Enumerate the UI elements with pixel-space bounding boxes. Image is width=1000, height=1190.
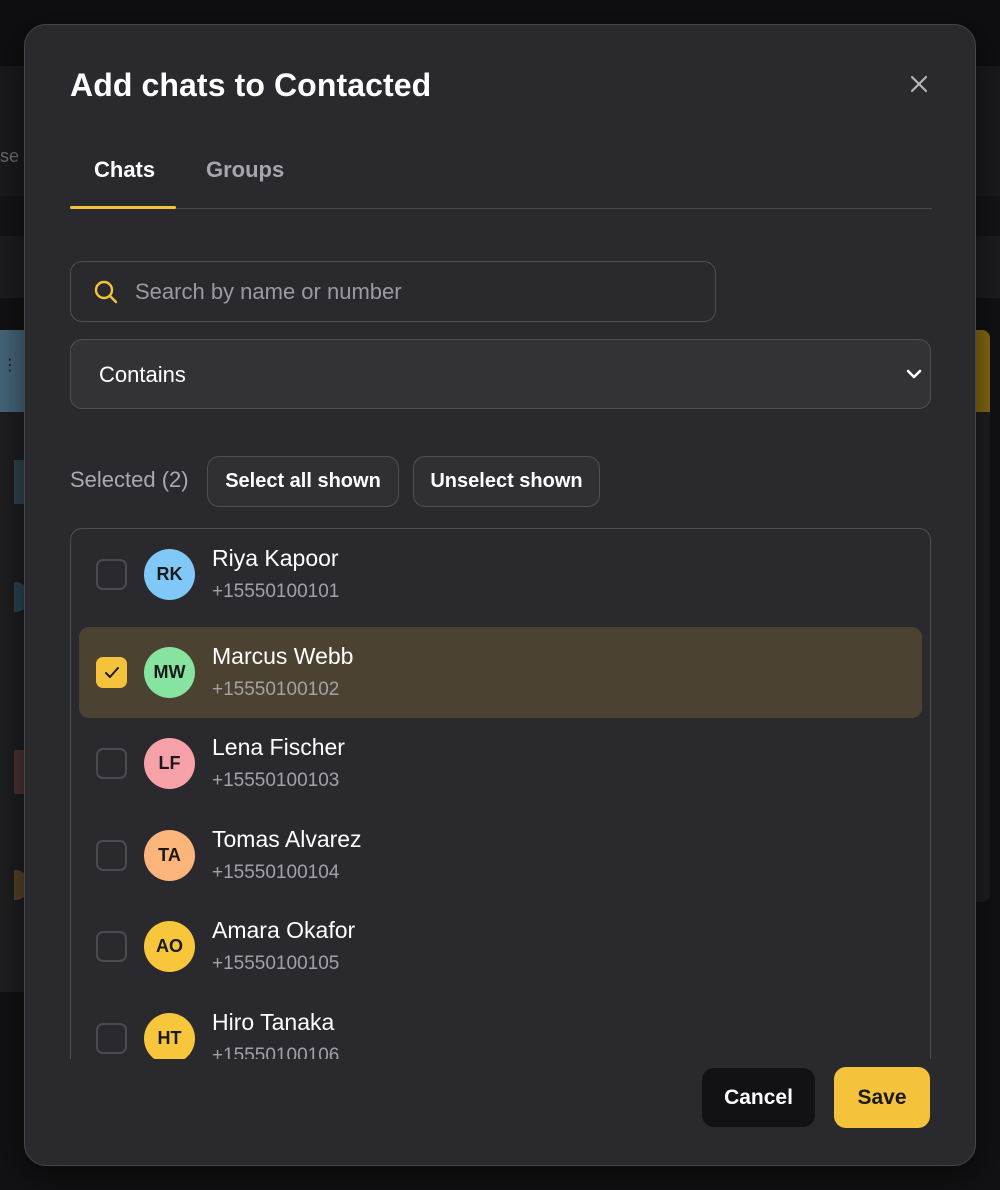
contact-name: Marcus Webb [212, 643, 354, 669]
search-icon [94, 280, 118, 304]
close-icon [910, 75, 928, 93]
match-mode-value: Contains [99, 362, 186, 387]
contact-row[interactable]: AO Amara Okafor +15550100105 [79, 901, 922, 992]
unselect-shown-button[interactable]: Unselect shown [413, 456, 600, 507]
background-partial-text: se [0, 146, 20, 166]
search-field [70, 261, 716, 322]
contact-checkbox[interactable] [96, 1023, 127, 1054]
save-button[interactable]: Save [834, 1067, 930, 1128]
select-all-shown-button[interactable]: Select all shown [207, 456, 399, 507]
add-chats-dialog: Add chats to Contacted Chats Groups Cont… [24, 24, 976, 1166]
contact-phone: +15550100101 [212, 581, 340, 602]
avatar: HT [144, 1013, 195, 1059]
dialog-title: Add chats to Contacted [70, 67, 432, 103]
tab-chats[interactable]: Chats [94, 157, 155, 183]
contact-checkbox[interactable] [96, 931, 127, 962]
contact-phone: +15550100103 [212, 770, 340, 791]
contact-name: Amara Okafor [212, 917, 356, 943]
search-input[interactable] [135, 262, 705, 321]
contact-checkbox[interactable] [96, 840, 127, 871]
contact-row[interactable]: TA Tomas Alvarez +15550100104 [79, 810, 922, 901]
avatar: LF [144, 738, 195, 789]
contact-row[interactable]: MW Marcus Webb +15550100102 [79, 627, 922, 718]
checkmark-icon [105, 667, 119, 678]
contact-row[interactable]: HT Hiro Tanaka +15550100106 [79, 993, 922, 1059]
match-mode-select[interactable]: Contains [70, 339, 931, 409]
contact-list: RK Riya Kapoor +15550100101 MW Marcus We… [70, 528, 931, 1059]
contact-name: Riya Kapoor [212, 545, 339, 571]
avatar: TA [144, 830, 195, 881]
contact-name: Hiro Tanaka [212, 1009, 335, 1035]
contact-phone: +15550100104 [212, 862, 340, 883]
selected-count: Selected (2) [70, 467, 189, 492]
contact-row[interactable]: LF Lena Fischer +15550100103 [79, 718, 922, 809]
contact-checkbox[interactable] [96, 559, 127, 590]
chevron-down-icon [906, 369, 922, 379]
contact-phone: +15550100106 [212, 1045, 340, 1059]
cancel-button[interactable]: Cancel [702, 1068, 815, 1127]
contact-phone: +15550100102 [212, 679, 340, 700]
avatar: RK [144, 549, 195, 600]
tab-groups[interactable]: Groups [206, 157, 284, 183]
tab-bar: Chats Groups [70, 145, 932, 209]
contact-phone: +15550100105 [212, 953, 340, 974]
avatar: AO [144, 921, 195, 972]
contact-name: Lena Fischer [212, 734, 345, 760]
contact-name: Tomas Alvarez [212, 826, 362, 852]
close-button[interactable] [905, 70, 933, 98]
contact-checkbox[interactable] [96, 748, 127, 779]
avatar: MW [144, 647, 195, 698]
contact-row[interactable]: RK Riya Kapoor +15550100101 [79, 529, 922, 620]
contact-checkbox[interactable] [96, 657, 127, 688]
active-tab-indicator [70, 206, 176, 209]
drag-handle-icon: ⋮ [2, 357, 18, 374]
